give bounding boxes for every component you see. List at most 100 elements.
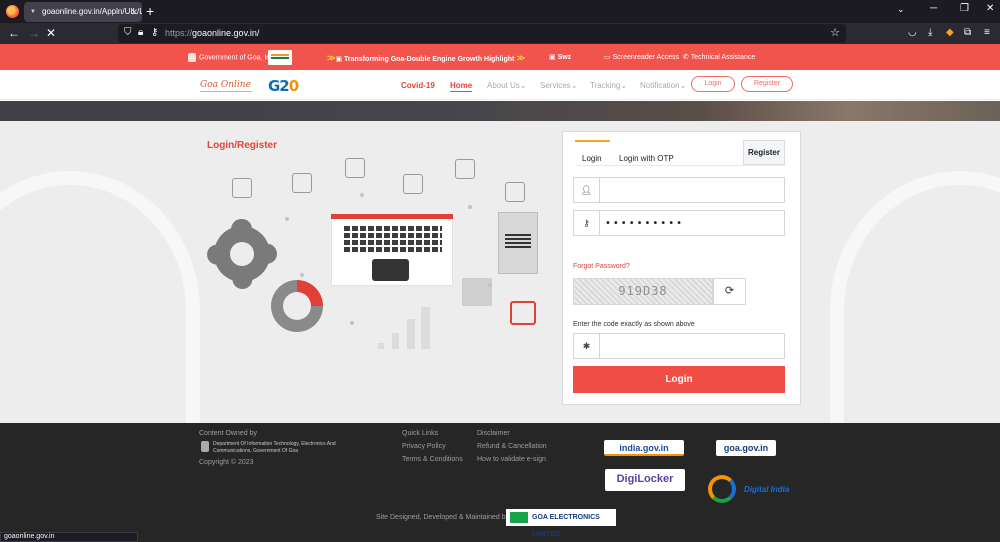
username-input[interactable]	[605, 183, 780, 197]
login-section: Login/Register Login Login with OTP Regi…	[0, 121, 1000, 423]
tab-login-with-otp[interactable]: Login with OTP	[619, 154, 674, 163]
nav-covid[interactable]: Covid-19	[401, 81, 435, 90]
goa-electronics-logo[interactable]: GOA ELECTRONICS LIMITED	[506, 509, 616, 538]
technical-assistance-link[interactable]: ✆ Technical Assistance	[683, 53, 755, 61]
login-card: Login Login with OTP Register 👤︎ ⚷ Forgo…	[562, 131, 801, 405]
designed-by-label: Site Designed, Developed & Maintained by	[376, 514, 510, 521]
dot	[468, 205, 472, 209]
bar-graph-bar	[392, 333, 399, 349]
document-lines	[505, 234, 531, 250]
browser-tab-bar: ▼ goaonline.gov.in/Appln/UIL/Log ✕ + ⌄ ─…	[0, 0, 1000, 23]
goa-online-logo[interactable]: Goa Online	[200, 80, 252, 92]
extension-icon[interactable]: ◆	[946, 26, 954, 40]
screenreader-link[interactable]: ▭ Screenreader Access	[604, 53, 679, 61]
captcha-field[interactable]: ✱	[573, 333, 785, 359]
laptop-lid	[331, 214, 453, 219]
permissions-key-icon[interactable]: ⚷	[151, 26, 158, 40]
password-input[interactable]	[605, 216, 780, 230]
restore-icon[interactable]: ❐	[960, 3, 969, 14]
copyright: Copyright © 2023	[199, 459, 254, 466]
close-window-icon[interactable]: ✕	[986, 3, 994, 14]
laptop-touchpad	[372, 259, 409, 281]
content-owned-label: Content Owned by	[199, 430, 257, 437]
app-menu-icon[interactable]: ≡	[984, 26, 990, 40]
footer-privacy-policy[interactable]: Privacy Policy	[402, 443, 446, 450]
shield-icon[interactable]: ⛉	[124, 26, 132, 40]
footer: Content Owned by Department Of Informati…	[0, 423, 1000, 542]
refresh-captcha-icon[interactable]: ⟳	[713, 278, 746, 305]
g20-logo: G20	[268, 77, 299, 95]
swaz-link[interactable]: ▣ Swz	[549, 53, 571, 61]
dot	[300, 273, 304, 277]
nav-about-us[interactable]: About Us⌄	[487, 81, 527, 90]
username-field[interactable]: 👤︎	[573, 177, 785, 203]
goa-gov-logo[interactable]: goa.gov.in	[716, 440, 776, 456]
dot	[360, 193, 364, 197]
pocket-icon[interactable]: ◡	[908, 26, 917, 40]
address-bar[interactable]: ⛉ 🔒︎ ⚷ https://goaonline.gov.in/ ☆	[118, 24, 846, 43]
download-icon[interactable]: ⤓	[928, 26, 932, 40]
department-name: Department Of Information Technology, El…	[213, 441, 336, 454]
loading-icon: ▼	[30, 9, 36, 15]
digilocker-logo[interactable]: DigiLocker	[605, 469, 685, 491]
digital-india-icon	[708, 475, 736, 503]
rocket-icon	[455, 159, 475, 179]
footer-quick-links[interactable]: Quick Links	[402, 430, 438, 437]
bar-graph-icon	[378, 343, 384, 349]
lock-icon[interactable]: 🔒︎	[138, 26, 143, 40]
team-icon	[403, 174, 423, 194]
bar-graph-bar	[407, 319, 415, 349]
nav-tracking[interactable]: Tracking⌄	[590, 81, 627, 90]
password-field[interactable]: ⚷	[573, 210, 785, 236]
money-hand-icon	[345, 158, 365, 178]
list-tabs-icon[interactable]: ⌄	[897, 4, 905, 15]
puzzle-piece-icon	[462, 278, 492, 306]
footer-refund[interactable]: Refund & Cancellation	[477, 443, 547, 450]
main-navigation: Goa Online G20 Covid-19 Home About Us⌄ S…	[0, 70, 1000, 100]
footer-terms[interactable]: Terms & Conditions	[402, 456, 463, 463]
azadi-ka-amrit-mahotsav-logo	[268, 50, 292, 65]
forward-icon[interactable]: →	[28, 25, 40, 41]
background-building-left	[0, 171, 200, 423]
tab-title: goaonline.gov.in/Appln/UIL/Log	[42, 7, 142, 16]
forgot-password-link[interactable]: Forgot Password?	[573, 263, 630, 270]
firefox-menu-icon[interactable]	[6, 5, 19, 18]
dot	[350, 321, 354, 325]
minimize-icon[interactable]: ─	[930, 3, 937, 14]
digital-india-logo[interactable]: Digital India	[744, 485, 789, 494]
nav-register-button[interactable]: Register	[741, 76, 793, 92]
nav-notification[interactable]: Notification⌄	[640, 81, 686, 90]
new-tab-icon[interactable]: +	[146, 3, 154, 19]
nav-login-button[interactable]: Login	[691, 76, 735, 92]
puzzle-outline-icon	[510, 301, 536, 325]
national-emblem-icon	[188, 53, 196, 62]
bookmark-star-icon[interactable]: ☆	[830, 26, 840, 39]
footer-disclaimer[interactable]: Disclaimer	[477, 430, 510, 437]
captcha-input[interactable]	[605, 339, 780, 353]
banner-strip	[0, 101, 1000, 121]
nav-home[interactable]: Home	[450, 81, 473, 92]
webpage: Government of Goa, India >> ▣ Transformi…	[0, 44, 1000, 542]
india-gov-logo[interactable]: india.gov.in	[604, 440, 684, 456]
stop-icon[interactable]: ✕	[46, 25, 56, 41]
dot	[488, 283, 492, 287]
close-tab-icon[interactable]: ✕	[130, 2, 138, 22]
people-icon	[232, 178, 252, 198]
captcha-image: 919D38	[573, 278, 713, 305]
register-tab-button[interactable]: Register	[743, 140, 785, 165]
nav-services[interactable]: Services⌄	[540, 81, 577, 90]
back-icon[interactable]: ←	[8, 25, 20, 41]
login-button[interactable]: Login	[573, 366, 785, 393]
tab-login[interactable]: Login	[582, 154, 602, 163]
donut-hole	[283, 292, 311, 320]
active-tab-indicator	[575, 140, 610, 142]
footer-validate-esign[interactable]: How to validate e-sign	[477, 456, 546, 463]
checklist-icon	[292, 173, 312, 193]
highlight-link[interactable]: >> ▣ Transforming Goa-Double Engine Grow…	[327, 53, 525, 63]
login-register-title: Login/Register	[207, 140, 278, 151]
extensions-puzzle-icon[interactable]: ⧉	[964, 26, 971, 40]
asterisk-icon: ✱	[574, 334, 600, 358]
status-bar-url: goaonline.gov.in	[0, 532, 138, 542]
user-icon: 👤︎	[574, 178, 600, 202]
browser-tab[interactable]: ▼ goaonline.gov.in/Appln/UIL/Log ✕	[24, 2, 142, 22]
